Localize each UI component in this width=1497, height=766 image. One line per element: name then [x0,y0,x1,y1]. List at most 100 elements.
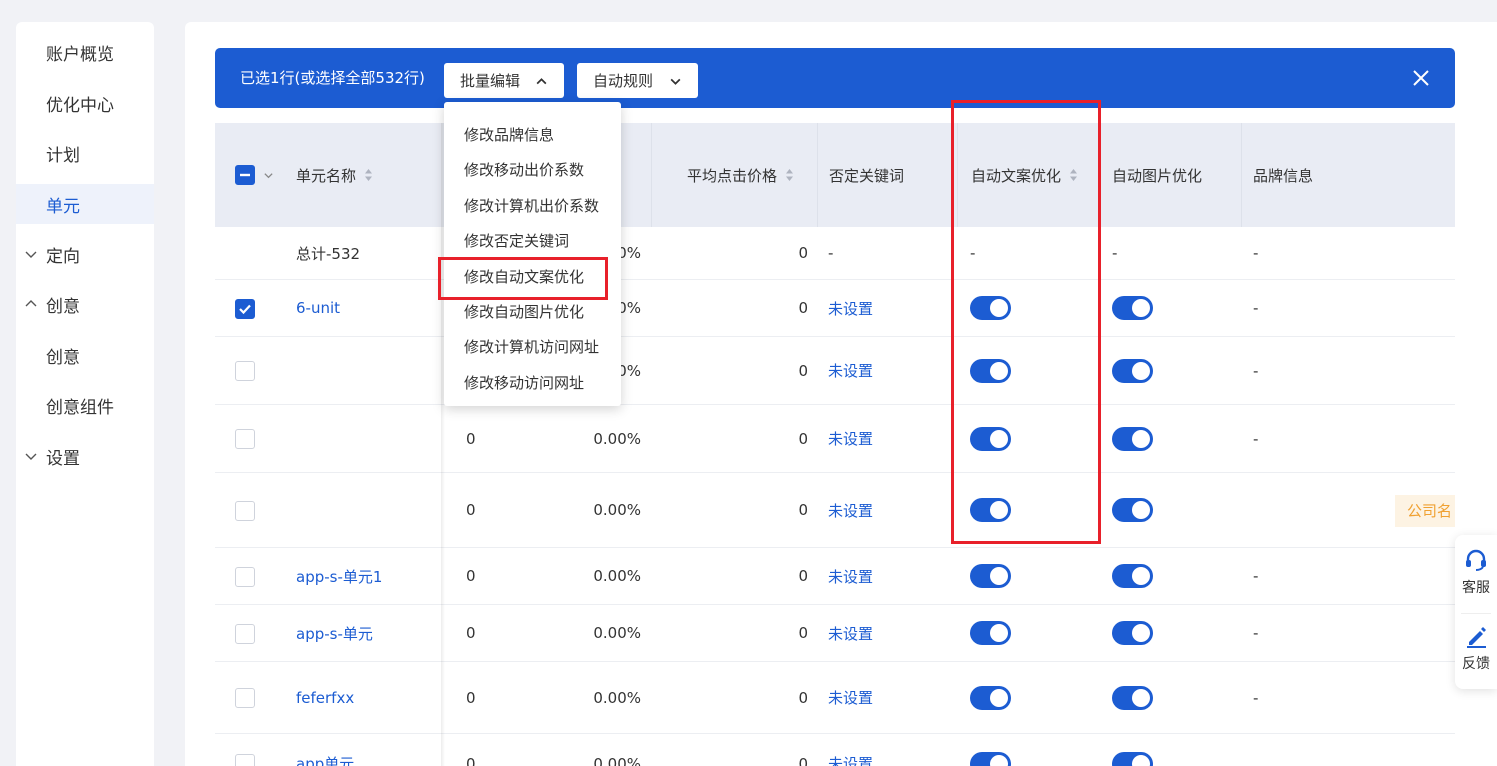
negative-keywords-cell[interactable]: 未设置 [828,548,928,604]
dropdown-menu-item[interactable]: 修改计算机出价系数 [444,189,621,224]
brand-info-cell: - [1253,244,1259,262]
sort-icon[interactable] [364,168,373,182]
auto-copy-toggle[interactable] [970,296,1011,320]
brand-info-cell: - [1253,624,1259,642]
table-row: 0% 0 未设置 - [215,337,1455,405]
sidebar: 账户概览 优化中心 计划 单元 定向 创意 创意 创意组件 设置 [16,22,154,766]
auto-copy-cell [970,280,1030,336]
unit-name-cell[interactable]: 6-unit [296,280,446,336]
row-checkbox[interactable] [235,500,255,521]
auto-image-cell [1112,473,1172,547]
metric-cell: 0 [466,754,476,766]
metric-cell: 0 [466,429,476,448]
sort-icon[interactable] [1069,168,1078,182]
unit-name-cell[interactable]: feferfxx [296,662,446,733]
negative-keywords-cell[interactable]: 未设置 [828,734,928,766]
row-checkbox[interactable] [235,623,255,644]
batch-edit-dropdown: 修改品牌信息 修改移动出价系数 修改计算机出价系数 修改否定关键词 修改自动文案优化 修改… [444,102,621,406]
auto-copy-cell: - [970,244,976,262]
auto-rule-button[interactable]: 自动规则 [577,63,698,98]
sidebar-item[interactable]: 计划 [16,133,154,173]
auto-copy-toggle[interactable] [970,498,1011,522]
row-checkbox[interactable] [235,429,255,449]
auto-image-toggle[interactable] [1112,498,1153,522]
auto-image-toggle[interactable] [1112,685,1153,710]
sort-icon[interactable] [785,168,794,182]
column-separator [651,123,652,227]
unit-name-cell [296,337,446,404]
auto-image-toggle[interactable] [1112,564,1153,588]
percent-cell: 0.00% [593,624,641,642]
sidebar-item[interactable]: 单元 [16,184,154,224]
sidebar-item[interactable]: 账户概览 [16,32,154,72]
row-checkbox[interactable] [235,298,255,319]
table-row: app单元 0 0.00% 0 未设置 [215,734,1455,766]
dropdown-menu-item[interactable]: 修改移动访问网址 [444,366,621,401]
brand-info-cell: - [1253,688,1259,707]
auto-image-toggle[interactable] [1112,426,1153,451]
row-checkbox[interactable] [235,754,255,766]
auto-copy-toggle[interactable] [970,685,1011,710]
row-checkbox[interactable] [235,361,255,381]
dropdown-menu-item[interactable]: 修改否定关键词 [444,224,621,259]
sidebar-item[interactable]: 定向 [16,234,154,274]
dropdown-menu-item[interactable]: 修改自动图片优化 [444,295,621,330]
unit-name-cell[interactable]: app单元 [296,734,446,766]
dropdown-menu-item[interactable]: 修改自动文案优化 [444,260,621,295]
sidebar-item-label: 创意 [46,347,80,368]
dropdown-menu-item[interactable]: 修改品牌信息 [444,118,621,153]
brand-info-cell: - [1253,429,1259,448]
sidebar-item[interactable]: 创意组件 [16,385,154,425]
header-auto-copy[interactable]: 自动文案优化 [971,123,1078,227]
brand-info-cell: - [1253,567,1259,585]
auto-copy-toggle[interactable] [970,751,1011,766]
auto-copy-toggle[interactable] [970,621,1011,645]
auto-copy-toggle[interactable] [970,358,1011,383]
sidebar-item[interactable]: 优化中心 [16,83,154,123]
chevron-down-icon [25,453,37,460]
auto-image-toggle[interactable] [1112,296,1153,320]
negative-keywords-cell[interactable]: 未设置 [828,605,928,661]
row-checkbox[interactable] [235,566,255,587]
negative-keywords-cell[interactable]: 未设置 [828,473,928,547]
main-panel: 已选1行(或选择全部532行) 批量编辑 自动规则 单元名称 平均点击价格 否定… [185,22,1497,766]
dropdown-menu-item[interactable]: 修改计算机访问网址 [444,330,621,365]
sidebar-item[interactable]: 设置 [16,436,154,476]
auto-image-toggle[interactable] [1112,358,1153,383]
batch-edit-button[interactable]: 批量编辑 [444,63,564,98]
negative-keywords-cell[interactable]: 未设置 [828,337,928,404]
customer-service-button[interactable]: 客服 [1455,547,1497,597]
negative-keywords-cell[interactable]: 未设置 [828,662,928,733]
dropdown-menu-item[interactable]: 修改移动出价系数 [444,153,621,188]
header-unit-name[interactable]: 单元名称 [296,123,373,227]
table-row: 6-unit 0% 0 未设置 - [215,280,1455,337]
auto-copy-cell [970,605,1030,661]
sidebar-item[interactable]: 创意 [16,335,154,375]
auto-image-cell [1112,280,1172,336]
sidebar-item-label: 设置 [46,448,80,469]
row-checkbox[interactable] [235,688,255,708]
auto-image-toggle[interactable] [1112,621,1153,645]
auto-copy-toggle[interactable] [970,564,1011,588]
chevron-down-icon [25,251,37,258]
negative-keywords-cell[interactable]: 未设置 [828,405,928,472]
unit-name-cell[interactable]: app-s-单元 [296,605,446,661]
negative-keywords-cell[interactable]: 未设置 [828,280,928,336]
header-avg-cpc[interactable]: 平均点击价格 [687,123,794,227]
auto-image-toggle[interactable] [1112,751,1153,766]
unit-name-cell[interactable]: app-s-单元1 [296,548,446,604]
table-row: 0 0.00% 0 未设置 [215,473,1455,548]
sidebar-item-label: 账户概览 [46,44,114,65]
percent-cell: 0.00% [593,501,641,519]
select-all-checkbox[interactable] [235,165,255,185]
auto-copy-toggle[interactable] [970,426,1011,451]
close-icon[interactable] [1411,68,1431,88]
unit-name-cell [296,473,446,547]
sidebar-item[interactable]: 创意 [16,284,154,324]
chevron-down-icon[interactable] [263,170,274,181]
auto-image-cell [1112,405,1172,472]
column-separator [957,123,958,227]
brand-info-cell: - [1253,361,1259,380]
feedback-button[interactable]: 反馈 [1455,623,1497,673]
batch-action-bar: 已选1行(或选择全部532行) 批量编辑 自动规则 [215,48,1455,108]
